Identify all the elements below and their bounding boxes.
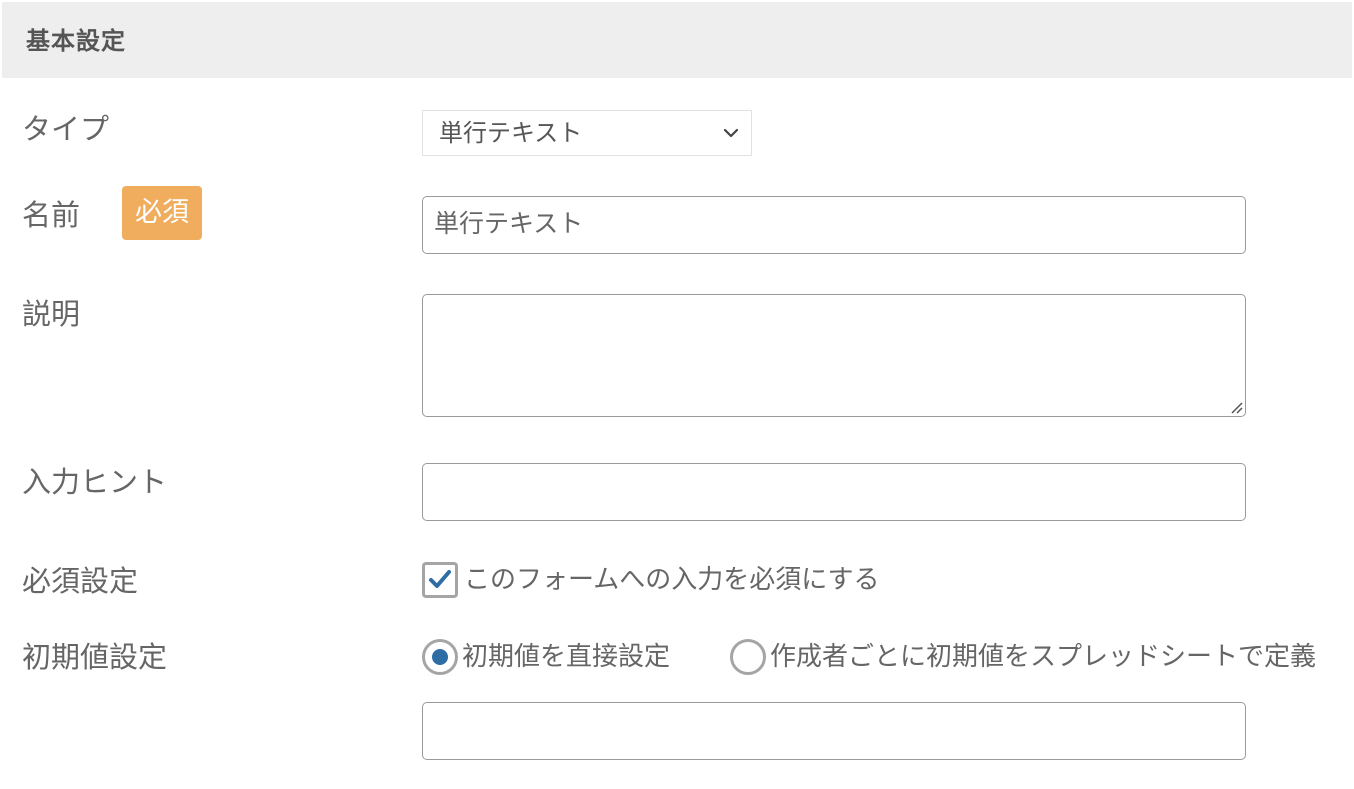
radio-selected-dot: [432, 649, 448, 665]
type-select[interactable]: 単行テキスト: [422, 110, 752, 156]
default-value-input[interactable]: [422, 702, 1246, 760]
default-value-label: 初期値設定: [22, 640, 168, 674]
required-checkbox[interactable]: [422, 562, 458, 598]
required-badge: 必須: [122, 186, 202, 240]
radio-direct-default[interactable]: [422, 639, 458, 675]
section-title: 基本設定: [26, 27, 126, 55]
description-label: 説明: [22, 297, 81, 331]
section-header: 基本設定: [2, 2, 1352, 78]
checkmark-icon: [429, 570, 451, 588]
required-setting-label: 必須設定: [22, 564, 139, 598]
hint-label: 入力ヒント: [22, 465, 168, 499]
description-textarea[interactable]: [422, 294, 1246, 417]
resize-handle-icon[interactable]: [1229, 400, 1243, 414]
radio-spreadsheet-default[interactable]: [730, 639, 766, 675]
name-label: 名前: [22, 198, 81, 232]
radio-spreadsheet-default-label[interactable]: 作成者ごとに初期値をスプレッドシートで定義: [770, 638, 1316, 676]
chevron-down-icon: [723, 128, 739, 138]
hint-input[interactable]: [422, 463, 1246, 521]
type-select-value: 単行テキスト: [439, 119, 583, 147]
name-input-value: 単行テキスト: [434, 209, 584, 238]
radio-direct-default-label[interactable]: 初期値を直接設定: [462, 638, 670, 676]
name-input[interactable]: 単行テキスト: [422, 196, 1246, 254]
type-label: タイプ: [22, 112, 110, 146]
required-checkbox-label[interactable]: このフォームへの入力を必須にする: [464, 561, 879, 599]
